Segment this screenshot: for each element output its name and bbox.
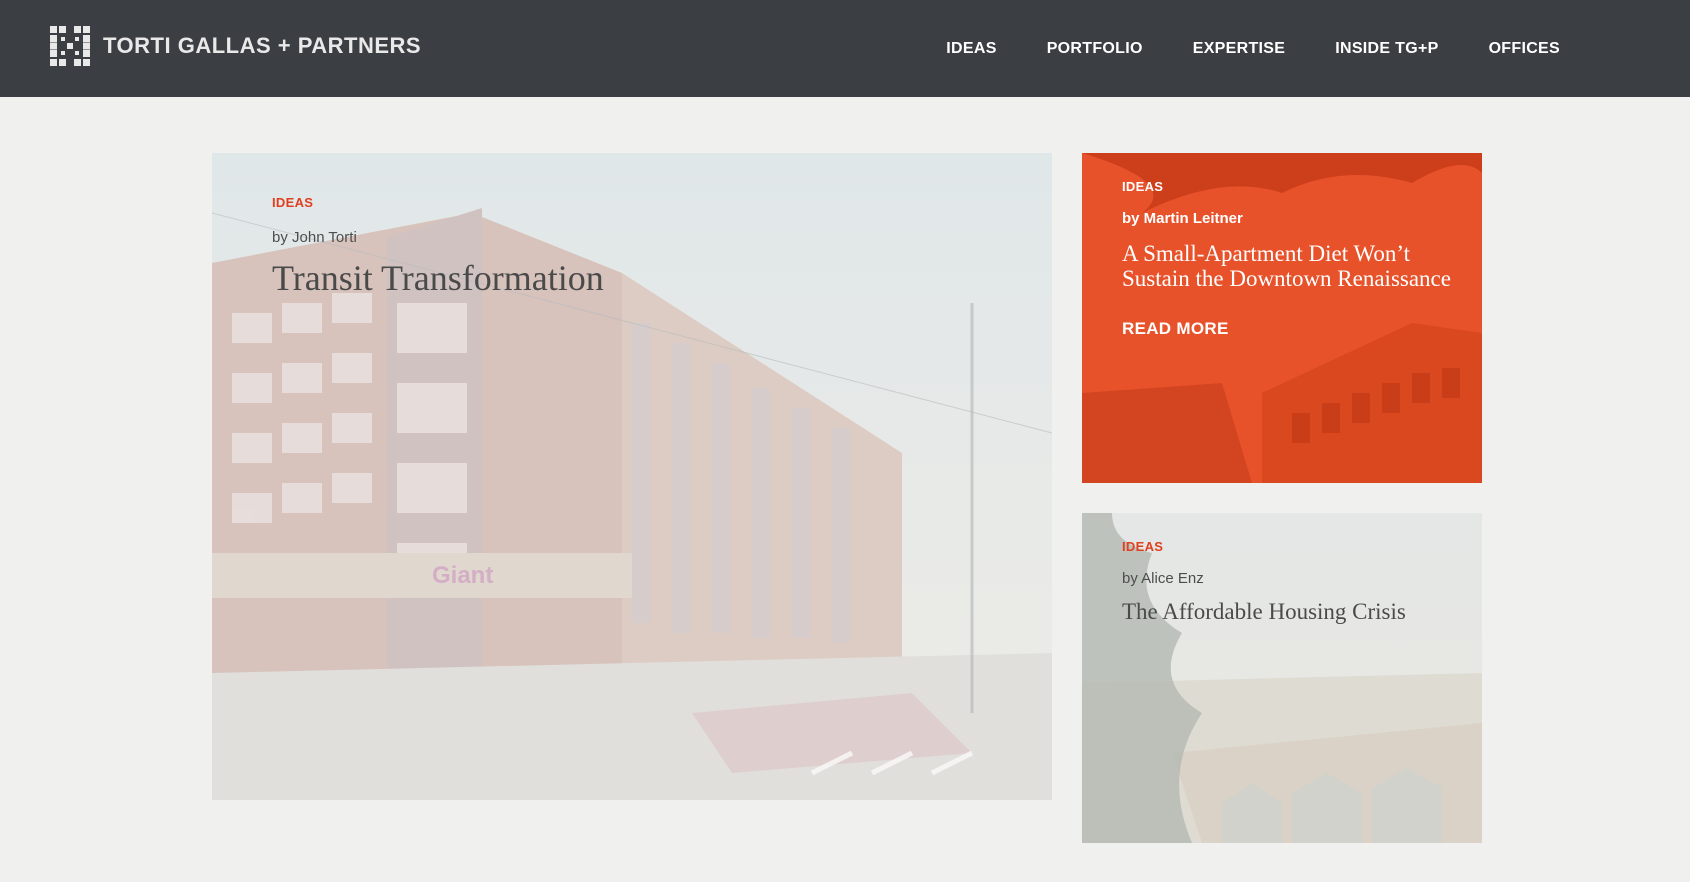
brand-logo[interactable]: TORTI GALLAS + PARTNERS <box>50 26 421 66</box>
read-more-link[interactable]: READ MORE <box>1122 319 1452 339</box>
site-header: TORTI GALLAS + PARTNERS IDEAS PORTFOLIO … <box>0 0 1690 97</box>
article-author: by John Torti <box>272 229 357 246</box>
article-card-content: IDEAS by Martin Leitner A Small-Apartmen… <box>1122 179 1452 339</box>
article-title[interactable]: A Small-Apartment Diet Won’t Sustain the… <box>1122 241 1452 291</box>
article-card-small-apartment[interactable]: IDEAS by Martin Leitner A Small-Apartmen… <box>1082 153 1482 483</box>
featured-article-card[interactable]: Giant IDEAS by John Torti Transit Transf… <box>212 153 1052 800</box>
article-category-tag[interactable]: IDEAS <box>1122 179 1452 194</box>
featured-article-content: IDEAS by John Torti Transit Transformati… <box>272 195 604 299</box>
article-category-tag[interactable]: IDEAS <box>272 195 604 210</box>
nav-offices[interactable]: OFFICES <box>1489 40 1560 58</box>
nav-expertise[interactable]: EXPERTISE <box>1193 40 1286 58</box>
nav-ideas[interactable]: IDEAS <box>946 40 996 58</box>
grid-logo-icon <box>50 26 90 66</box>
brand-name: TORTI GALLAS + PARTNERS <box>103 33 422 58</box>
article-category-tag[interactable]: IDEAS <box>1122 539 1452 554</box>
nav-inside-tgp[interactable]: INSIDE TG+P <box>1335 40 1438 58</box>
article-author: by Alice Enz <box>1122 570 1204 587</box>
article-title[interactable]: Transit Transformation <box>272 257 604 299</box>
article-title[interactable]: The Affordable Housing Crisis <box>1122 599 1452 625</box>
article-author: by Martin Leitner <box>1122 210 1243 227</box>
nav-portfolio[interactable]: PORTFOLIO <box>1047 40 1143 58</box>
article-card-affordable-housing[interactable]: IDEAS by Alice Enz The Affordable Housin… <box>1082 513 1482 843</box>
main-nav: IDEAS PORTFOLIO EXPERTISE INSIDE TG+P OF… <box>896 0 1560 97</box>
article-card-content: IDEAS by Alice Enz The Affordable Housin… <box>1122 539 1452 625</box>
